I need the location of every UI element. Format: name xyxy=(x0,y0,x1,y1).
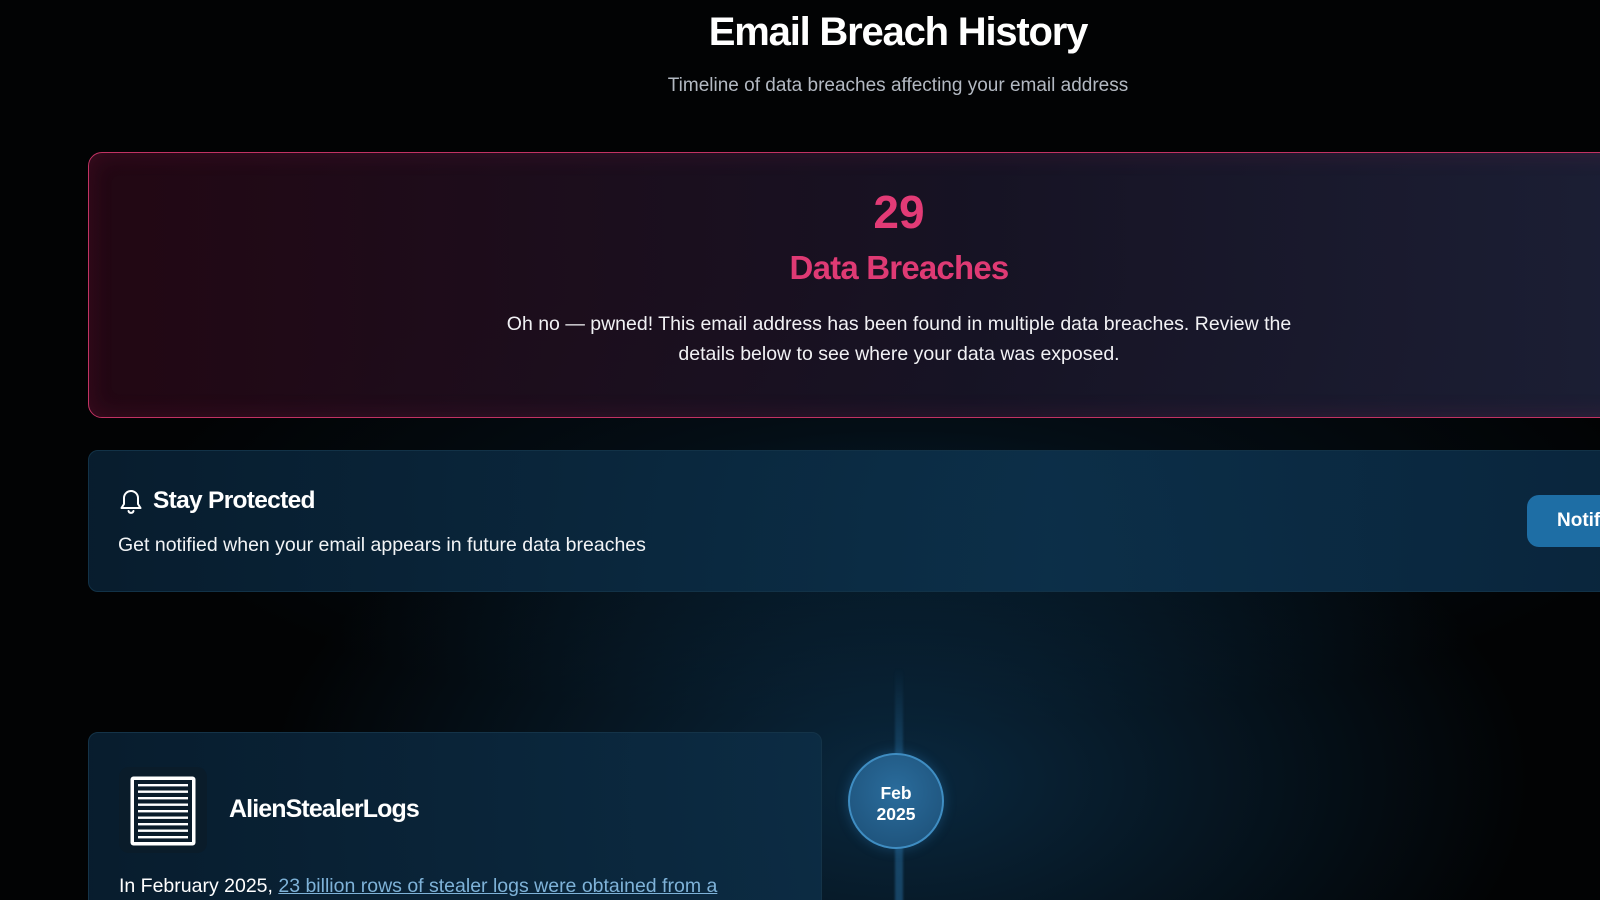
breach-description: In February 2025, 23 billion rows of ste… xyxy=(119,875,717,898)
stay-protected-card: Stay Protected Get notified when your em… xyxy=(88,450,1600,592)
breach-logo xyxy=(119,767,207,853)
page-subtitle: Timeline of data breaches affecting your… xyxy=(667,75,1129,96)
breach-description-text: In February 2025, xyxy=(119,875,279,897)
breach-summary-card: 29 Data Breaches Oh no — pwned! This ema… xyxy=(88,152,1600,418)
breach-description-link[interactable]: 23 billion rows of stealer logs were obt… xyxy=(278,875,717,897)
breach-count-label: Data Breaches xyxy=(789,249,1010,286)
stay-protected-title: Stay Protected xyxy=(153,487,315,514)
notify-me-button[interactable]: Notif xyxy=(1527,495,1600,547)
breach-name: AlienStealerLogs xyxy=(229,795,420,823)
breach-history-page: Email Breach History Timeline of data br… xyxy=(0,0,1600,900)
breach-date-badge: Feb 2025 xyxy=(848,753,944,849)
breach-card: AlienStealerLogs In February 2025, 23 bi… xyxy=(88,732,822,900)
stay-protected-text: Get notified when your email appears in … xyxy=(118,534,646,556)
bell-icon xyxy=(118,487,144,515)
page-title: Email Breach History xyxy=(708,10,1089,54)
breach-date-month: Feb xyxy=(880,783,912,803)
breach-date-year: 2025 xyxy=(876,804,916,824)
breach-count: 29 xyxy=(873,186,925,238)
document-lines-icon xyxy=(129,775,197,852)
breach-summary-text: Oh no — pwned! This email address has be… xyxy=(506,313,1292,365)
